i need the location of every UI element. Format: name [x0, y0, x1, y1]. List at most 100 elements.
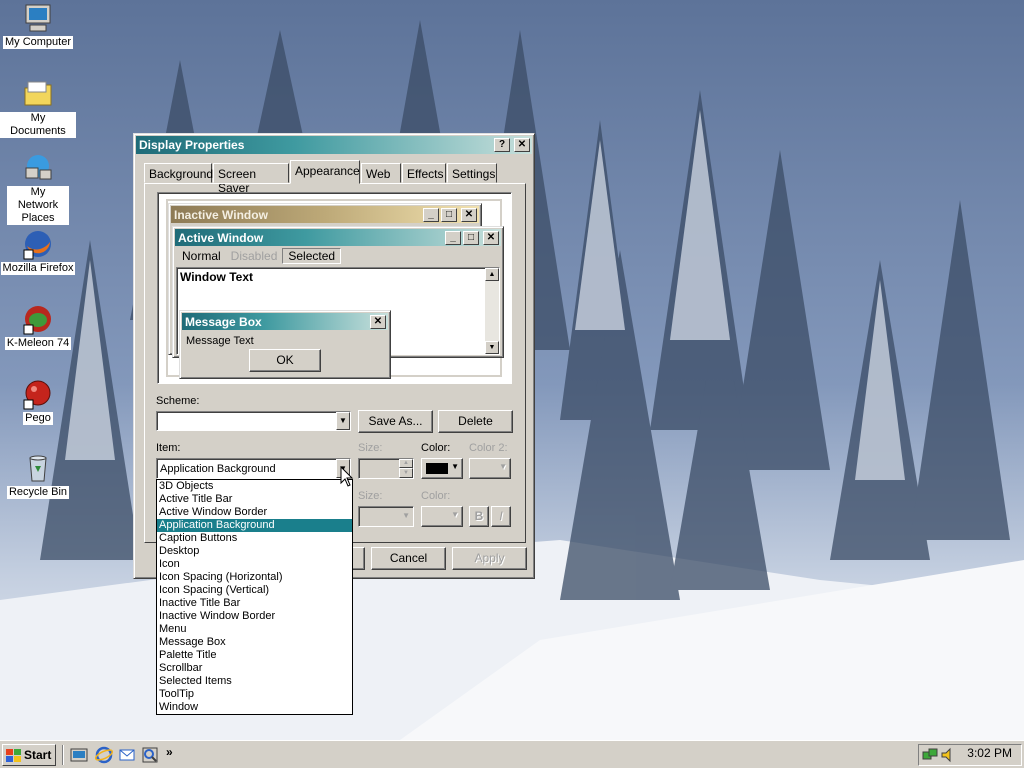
quick-launch-chevron[interactable]: »: [166, 745, 173, 759]
firefox-icon: [22, 228, 54, 260]
preview-active-title-bar: Active Window _ □ ✕: [175, 229, 501, 246]
tab-background[interactable]: Background: [144, 163, 213, 183]
desktop-icon-mozilla-firefox[interactable]: Mozilla Firefox: [0, 228, 76, 275]
outlook-express-icon[interactable]: [118, 746, 136, 764]
item-option-tooltip[interactable]: ToolTip: [157, 688, 352, 701]
preview-inactive-title: Inactive Window: [174, 207, 268, 222]
preview-inactive-title-bar: Inactive Window _ □ ✕: [171, 206, 479, 223]
bold-button: B: [469, 506, 489, 527]
folder-icon: [22, 78, 54, 110]
close-icon: ✕: [461, 207, 477, 222]
item-option-palette-title[interactable]: Palette Title: [157, 649, 352, 662]
internet-explorer-icon[interactable]: [94, 746, 114, 764]
font-color-button: ▼: [421, 506, 463, 527]
pego-icon: [22, 378, 54, 410]
close-icon: ✕: [483, 230, 499, 245]
mouse-cursor-icon: [340, 466, 354, 487]
scheme-label: Scheme:: [156, 395, 200, 407]
item-option-3d-objects[interactable]: 3D Objects: [157, 480, 352, 493]
scheme-combo[interactable]: ▼: [156, 411, 351, 431]
item-label: Item:: [156, 442, 181, 454]
item-option-message-box[interactable]: Message Box: [157, 636, 352, 649]
item-option-window[interactable]: Window: [157, 701, 352, 714]
desktop-icon-k-meleon[interactable]: K-Meleon 74: [0, 303, 76, 350]
tab-settings[interactable]: Settings: [447, 163, 497, 183]
maximize-icon: □: [441, 207, 457, 222]
chevron-down-icon: ▼: [402, 511, 410, 520]
preview-menu-disabled: Disabled: [230, 249, 278, 263]
preview-message-box-title-bar: Message Box ✕: [182, 313, 388, 330]
dialog-title-bar[interactable]: Display Properties ? ✕: [136, 136, 532, 154]
close-button[interactable]: ✕: [514, 138, 530, 152]
preview-menu-normal: Normal: [182, 249, 221, 263]
tab-effects[interactable]: Effects: [402, 163, 446, 183]
item-option-active-title-bar[interactable]: Active Title Bar: [157, 493, 352, 506]
desktop-icon-my-computer[interactable]: My Computer: [0, 2, 76, 49]
desktop-icon-my-documents[interactable]: My Documents: [0, 78, 76, 138]
font-size-label: Size:: [358, 490, 383, 502]
desktop-icon-label: My Network Places: [7, 186, 69, 225]
chevron-down-icon: ▼: [451, 462, 459, 471]
chevron-down-icon[interactable]: ▼: [336, 412, 350, 430]
item-option-icon[interactable]: Icon: [157, 558, 352, 571]
desktop-icon-label: K-Meleon 74: [4, 337, 72, 350]
chevron-down-icon: ▼: [451, 510, 459, 519]
tab-web[interactable]: Web: [361, 163, 401, 183]
item-option-inactive-title-bar[interactable]: Inactive Title Bar: [157, 597, 352, 610]
minimize-icon: _: [445, 230, 461, 245]
minimize-icon: _: [423, 207, 439, 222]
preview-message-text: Message Text: [186, 335, 254, 347]
save-as-button[interactable]: Save As...: [358, 410, 433, 433]
item-option-desktop[interactable]: Desktop: [157, 545, 352, 558]
item-option-scrollbar[interactable]: Scrollbar: [157, 662, 352, 675]
desktop-icon-label: Recycle Bin: [6, 486, 70, 499]
taskbar-clock[interactable]: 3:02 PM: [967, 746, 1012, 760]
color-picker-button[interactable]: ▼: [421, 458, 463, 479]
tab-appearance[interactable]: Appearance: [290, 160, 360, 184]
item-option-caption-buttons[interactable]: Caption Buttons: [157, 532, 352, 545]
item-value: Application Background: [160, 463, 276, 475]
italic-button: I: [491, 506, 511, 527]
network-icon: [22, 152, 54, 184]
item-option-icon-spacing-vertical[interactable]: Icon Spacing (Vertical): [157, 584, 352, 597]
dialog-title: Display Properties: [139, 138, 245, 152]
item-dropdown-list[interactable]: 3D Objects Active Title Bar Active Windo…: [156, 479, 353, 715]
close-icon: ✕: [370, 314, 386, 329]
preview-menu-bar: Normal Disabled Selected: [177, 248, 342, 264]
media-player-icon[interactable]: [141, 746, 159, 764]
item-option-selected-items[interactable]: Selected Items: [157, 675, 352, 688]
cancel-button[interactable]: Cancel: [371, 547, 446, 570]
desktop-icon-label: Mozilla Firefox: [0, 262, 76, 275]
scroll-up-icon: ▲: [485, 268, 499, 281]
item-option-active-window-border[interactable]: Active Window Border: [157, 506, 352, 519]
item-option-icon-spacing-horizontal[interactable]: Icon Spacing (Horizontal): [157, 571, 352, 584]
item-combo[interactable]: Application Background ▼: [156, 458, 351, 479]
taskbar: Start » 3:02 PM: [0, 740, 1024, 768]
item-option-application-background[interactable]: Application Background: [157, 519, 352, 532]
recycle-bin-icon: [22, 452, 54, 484]
desktop-icon-label: My Computer: [2, 36, 74, 49]
desktop-icon-my-network-places[interactable]: My Network Places: [0, 152, 76, 225]
size-spinner: ▲ ▼: [358, 458, 414, 479]
item-option-menu[interactable]: Menu: [157, 623, 352, 636]
item-option-inactive-window-border[interactable]: Inactive Window Border: [157, 610, 352, 623]
delete-button[interactable]: Delete: [438, 410, 513, 433]
volume-tray-icon[interactable]: [940, 747, 956, 766]
start-label: Start: [24, 748, 52, 762]
desktop-icon-pego[interactable]: Pego: [0, 378, 76, 425]
preview-active-title: Active Window: [178, 230, 264, 245]
kmeleon-icon: [22, 303, 54, 335]
preview-message-box-title: Message Box: [185, 314, 262, 329]
help-button[interactable]: ?: [494, 138, 510, 152]
start-button[interactable]: Start: [2, 744, 56, 766]
chevron-down-icon: ▼: [499, 462, 507, 471]
size-label: Size:: [358, 442, 383, 454]
network-tray-icon[interactable]: [922, 747, 938, 766]
desktop-icon-label: Pego: [23, 412, 53, 425]
desktop-icon-recycle-bin[interactable]: Recycle Bin: [0, 452, 76, 499]
maximize-icon: □: [463, 230, 479, 245]
taskbar-separator: [62, 745, 64, 765]
show-desktop-icon[interactable]: [70, 746, 88, 764]
color2-picker-button: ▼: [469, 458, 511, 479]
tab-screen-saver[interactable]: Screen Saver: [213, 163, 289, 195]
